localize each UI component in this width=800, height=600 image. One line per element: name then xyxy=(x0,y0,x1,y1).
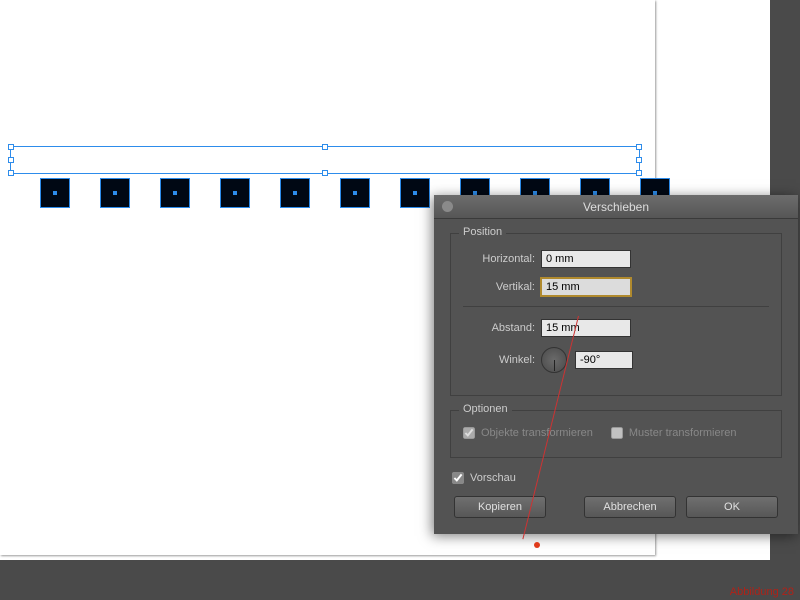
resize-handle-w[interactable] xyxy=(8,157,14,163)
dialog-title: Verschieben xyxy=(583,200,649,214)
vertikal-label: Vertikal: xyxy=(463,281,541,293)
optionen-group-label: Optionen xyxy=(459,403,512,415)
checkbox-icon xyxy=(463,427,475,439)
selected-square[interactable] xyxy=(100,178,130,208)
resize-handle-se[interactable] xyxy=(636,170,642,176)
vorschau-label: Vorschau xyxy=(470,472,516,484)
muster-transformieren-checkbox: Muster transformieren xyxy=(611,427,737,439)
position-group: Position Horizontal: 0 mm Vertikal: 15 m… xyxy=(450,233,782,396)
figure-caption: Abbildung 28 xyxy=(730,586,794,598)
close-icon[interactable] xyxy=(442,201,453,212)
dialog-titlebar[interactable]: Verschieben xyxy=(434,195,798,219)
resize-handle-nw[interactable] xyxy=(8,144,14,150)
horizontal-field[interactable]: 0 mm xyxy=(541,250,631,268)
winkel-field[interactable]: -90° xyxy=(575,351,633,369)
annotation-dot-icon xyxy=(534,542,540,548)
resize-handle-e[interactable] xyxy=(636,157,642,163)
resize-handle-ne[interactable] xyxy=(636,144,642,150)
winkel-label: Winkel: xyxy=(463,354,541,366)
muster-label: Muster transformieren xyxy=(629,427,737,439)
resize-handle-sw[interactable] xyxy=(8,170,14,176)
abstand-label: Abstand: xyxy=(463,322,541,334)
vorschau-checkbox[interactable]: Vorschau xyxy=(452,472,782,484)
selection-bounding-box[interactable] xyxy=(10,146,640,174)
resize-handle-s[interactable] xyxy=(322,170,328,176)
selected-square[interactable] xyxy=(340,178,370,208)
selected-square[interactable] xyxy=(160,178,190,208)
horizontal-label: Horizontal: xyxy=(463,253,541,265)
optionen-group: Optionen Objekte transformieren Muster t… xyxy=(450,410,782,458)
abstand-field[interactable]: 15 mm xyxy=(541,319,631,337)
selected-square[interactable] xyxy=(400,178,430,208)
checkbox-icon[interactable] xyxy=(452,472,464,484)
position-group-label: Position xyxy=(459,226,506,238)
divider xyxy=(463,306,769,307)
vertikal-field[interactable]: 15 mm xyxy=(541,278,631,296)
app-bottom-dark xyxy=(0,560,800,600)
angle-dial-icon[interactable] xyxy=(541,347,567,373)
abbrechen-button[interactable]: Abbrechen xyxy=(584,496,676,518)
checkbox-icon xyxy=(611,427,623,439)
ok-button[interactable]: OK xyxy=(686,496,778,518)
move-dialog: Verschieben Position Horizontal: 0 mm Ve… xyxy=(434,195,798,534)
objekte-transformieren-checkbox: Objekte transformieren xyxy=(463,427,593,439)
resize-handle-n[interactable] xyxy=(322,144,328,150)
selected-square[interactable] xyxy=(220,178,250,208)
selected-square[interactable] xyxy=(280,178,310,208)
objekte-label: Objekte transformieren xyxy=(481,427,593,439)
selected-square[interactable] xyxy=(40,178,70,208)
